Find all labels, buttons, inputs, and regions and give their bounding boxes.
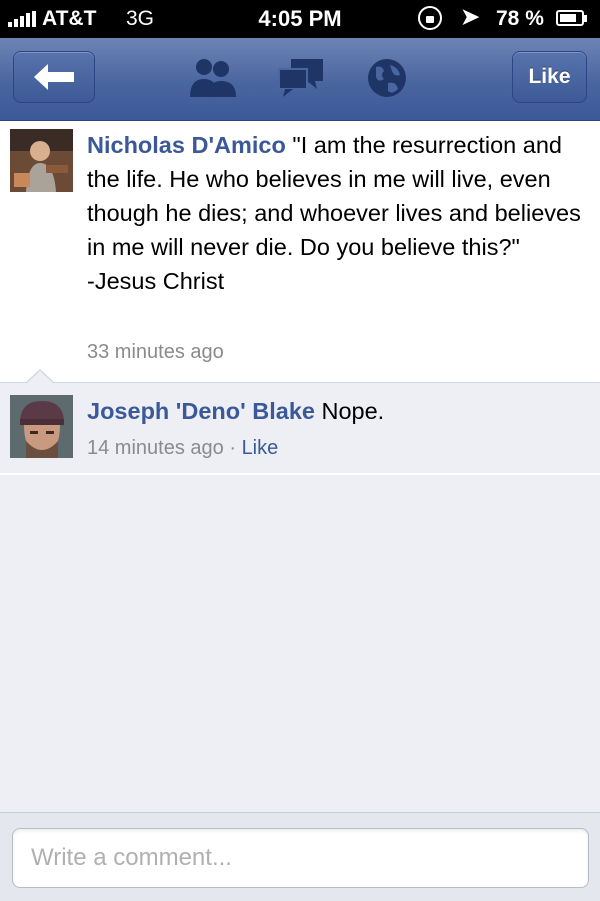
comment-meta: 14 minutes ago · Like <box>87 437 278 460</box>
friend-requests-icon[interactable] <box>188 57 238 99</box>
comment-author-name[interactable]: Joseph 'Deno' Blake <box>87 398 315 424</box>
battery-icon <box>556 10 584 26</box>
comment-item: Joseph 'Deno' Blake Nope. 14 minutes ago… <box>0 383 600 475</box>
post: Nicholas D'Amico "I am the resurrection … <box>0 121 600 382</box>
post-timestamp: 33 minutes ago <box>87 341 224 363</box>
battery-percent: 78 % <box>496 7 544 30</box>
post-body: Nicholas D'Amico "I am the resurrection … <box>87 128 587 298</box>
comments-section: Joseph 'Deno' Blake Nope. 14 minutes ago… <box>0 369 600 813</box>
messages-icon[interactable] <box>277 57 325 99</box>
comment-like-link[interactable]: Like <box>242 437 279 459</box>
rotation-lock-icon <box>418 6 442 30</box>
comment-author-avatar[interactable] <box>10 395 73 458</box>
notifications-globe-icon[interactable] <box>366 57 408 99</box>
location-icon: ➤ <box>461 4 480 29</box>
comment-timestamp: 14 minutes ago <box>87 437 224 459</box>
comment-meta-separator: · <box>229 437 236 459</box>
battery-nub <box>584 15 587 22</box>
post-author-avatar[interactable] <box>10 129 73 192</box>
comment-text: Nope. <box>321 398 385 424</box>
nav-bar: Like <box>0 38 600 121</box>
back-button[interactable] <box>13 51 95 103</box>
post-author-name[interactable]: Nicholas D'Amico <box>87 132 286 158</box>
comment-body: Joseph 'Deno' Blake Nope. <box>87 395 384 427</box>
like-page-button[interactable]: Like <box>512 51 587 103</box>
comment-input[interactable] <box>12 828 589 888</box>
status-bar: AT&T 3G 4:05 PM ➤ 78 % <box>0 0 600 38</box>
comment-composer <box>0 812 600 901</box>
back-arrow-icon <box>34 64 74 90</box>
